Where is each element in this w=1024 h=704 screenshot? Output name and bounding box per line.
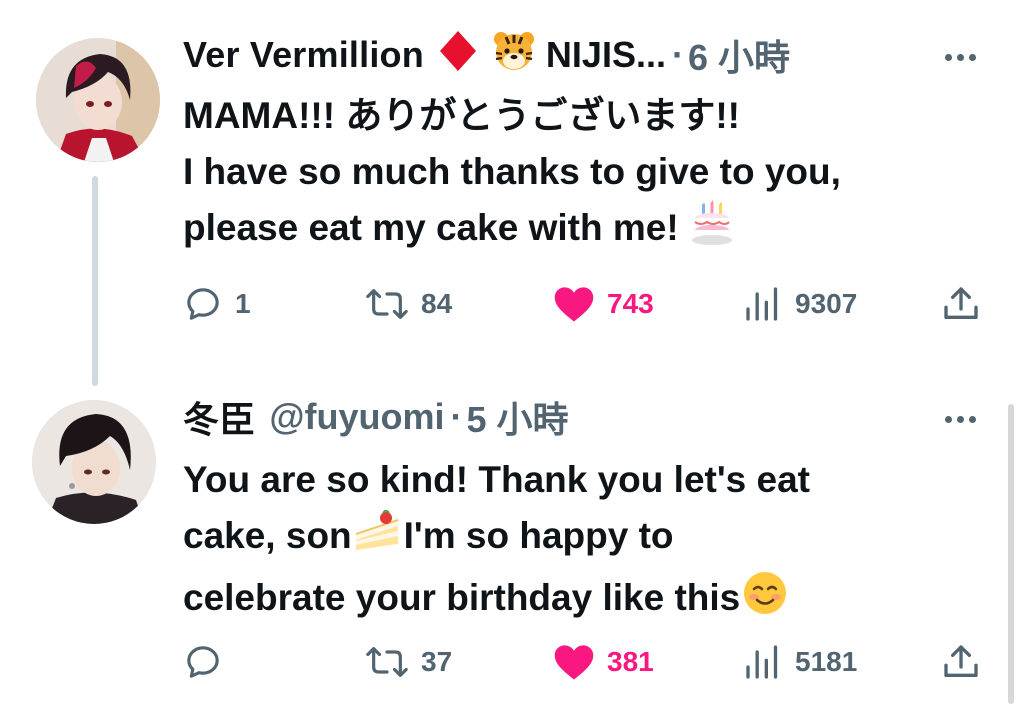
retweet-count: 84 xyxy=(421,288,453,319)
reply-button[interactable] xyxy=(183,640,235,684)
views-chart-icon xyxy=(746,287,778,321)
retweet-icon xyxy=(366,289,408,319)
like-button[interactable]: 743 xyxy=(553,282,654,326)
share-icon xyxy=(944,645,978,677)
avatar-image xyxy=(32,400,156,524)
views-count: 5181 xyxy=(795,646,858,677)
reply-button[interactable]: 1 xyxy=(183,282,251,326)
tweet-fuyuomi[interactable]: 冬臣 @fuyuomi · 5 小時 You are so kind! Than… xyxy=(0,384,1024,704)
timestamp[interactable]: 6 小時 xyxy=(688,29,790,81)
views-button[interactable]: 5181 xyxy=(743,640,857,684)
tweet-text-fragment: please eat my cake with me! xyxy=(183,207,679,248)
tweet-text-fragment: I'm so happy to xyxy=(403,515,674,556)
views-chart-icon xyxy=(746,645,778,679)
heart-filled-icon xyxy=(554,645,594,680)
scrollbar[interactable] xyxy=(1008,404,1014,704)
heart-filled-icon xyxy=(554,287,594,322)
timestamp[interactable]: 5 小時 xyxy=(467,391,569,443)
views-count: 9307 xyxy=(795,288,858,319)
birthday-cake-icon xyxy=(689,200,735,262)
retweet-button[interactable]: 37 xyxy=(365,640,452,684)
avatar[interactable] xyxy=(32,400,156,524)
share-button[interactable] xyxy=(941,282,981,326)
retweet-button[interactable]: 84 xyxy=(365,282,452,326)
tweet-ver-vermillion[interactable]: Ver Vermillion NIJIS... · 6 小時 MAMA!!! あ… xyxy=(0,0,1024,386)
tweet-text-line: I have so much thanks to give to you, xyxy=(183,151,841,192)
tweet-text-line-3: celebrate your birthday like this xyxy=(183,570,964,632)
tweet-header: 冬臣 @fuyuomi · 5 小時 xyxy=(183,392,569,442)
tweet-text-line-3: please eat my cake with me! xyxy=(183,200,964,262)
tweet-text-line: You are so kind! Thank you let's eat xyxy=(183,459,810,500)
like-count: 743 xyxy=(607,288,654,319)
smiling-face-icon xyxy=(742,570,788,632)
red-diamond-icon xyxy=(438,29,478,82)
share-icon xyxy=(944,287,978,319)
tweet-header: Ver Vermillion NIJIS... · 6 小時 xyxy=(183,30,790,80)
reply-icon xyxy=(187,646,219,678)
author-handle[interactable]: @fuyuomi xyxy=(269,396,444,438)
like-button[interactable]: 381 xyxy=(553,640,654,684)
action-bar: 1 84 743 9307 xyxy=(183,282,983,326)
tweet-text-fragment: cake, son xyxy=(183,515,352,556)
author-name[interactable]: Ver Vermillion xyxy=(183,34,424,76)
more-options-button[interactable] xyxy=(936,42,984,72)
time-separator: · xyxy=(450,396,463,437)
avatar-image xyxy=(36,38,160,162)
action-bar: 37 381 5181 xyxy=(183,640,983,684)
avatar[interactable] xyxy=(36,38,160,162)
tweet-text-fragment: celebrate your birthday like this xyxy=(183,577,741,618)
reply-icon xyxy=(187,288,219,320)
tweet-text-line-2: cake, son I'm so happy to xyxy=(183,508,964,570)
retweet-count: 37 xyxy=(421,646,453,677)
tweet-text: You are so kind! Thank you let's eat cak… xyxy=(183,452,964,632)
reply-count: 1 xyxy=(235,288,251,319)
thread-connector-line xyxy=(92,176,98,386)
share-button[interactable] xyxy=(941,640,981,684)
author-name[interactable]: 冬臣 xyxy=(183,391,255,443)
more-options-button[interactable] xyxy=(936,404,984,434)
tweet-text: MAMA!!! ありがとうございます!! I have so much than… xyxy=(183,88,964,262)
author-handle-truncated[interactable]: NIJIS... xyxy=(546,34,666,76)
like-count: 381 xyxy=(607,646,654,677)
time-separator: · xyxy=(671,34,684,75)
tiger-face-icon xyxy=(492,29,536,82)
views-button[interactable]: 9307 xyxy=(743,282,857,326)
tweet-text-line: MAMA!!! ありがとうございます!! xyxy=(183,95,740,136)
shortcake-icon xyxy=(352,508,402,570)
retweet-icon xyxy=(366,647,408,677)
